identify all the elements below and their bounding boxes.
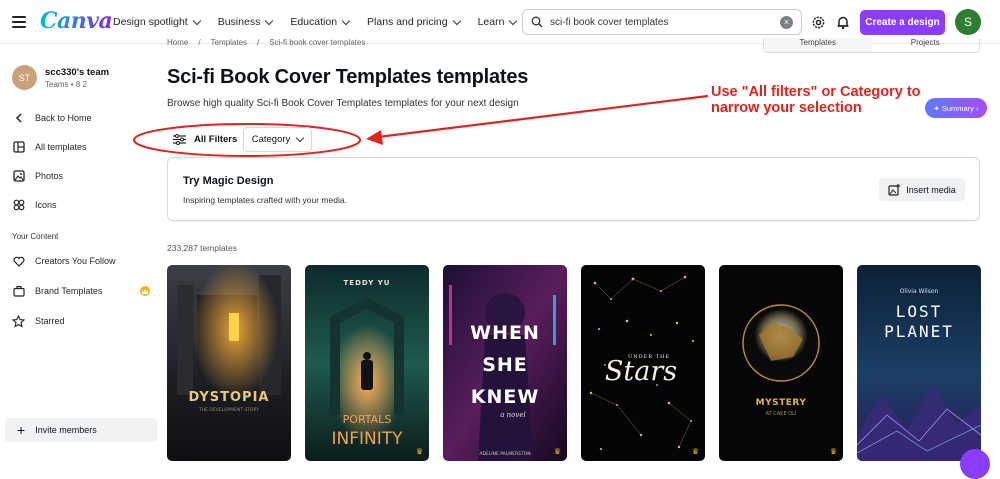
template-card-lost-planet[interactable]: Olivia Wilson LOST PLANET — [857, 265, 981, 461]
magic-design-panel: Try Magic Design Inspiring templates cra… — [167, 157, 980, 221]
premium-crown-icon: ♛ — [829, 447, 837, 456]
chevron-down-icon — [296, 133, 305, 143]
svg-text:AT CAKE OLI: AT CAKE OLI — [766, 411, 797, 417]
svg-text:THE DEVELOPMENT STORY: THE DEVELOPMENT STORY — [198, 407, 259, 413]
cover-art-lost-planet: Olivia Wilson LOST PLANET — [857, 265, 981, 461]
svg-text:KNEW: KNEW — [471, 386, 540, 408]
template-card-when-she-knew[interactable]: WHEN SHE KNEW a novel ADELINE PALMERSTON… — [443, 265, 567, 461]
cover-art-stars: UNDER THE Stars — [581, 265, 705, 461]
svg-text:LOST: LOST — [896, 302, 943, 321]
svg-text:Stars: Stars — [605, 356, 677, 387]
annotation-arrowhead — [366, 130, 383, 145]
magic-design-subtitle: Inspiring templates crafted with your me… — [183, 195, 347, 205]
template-card-under-the-stars[interactable]: UNDER THE Stars ♛ — [581, 265, 705, 461]
svg-text:INFINITY: INFINITY — [331, 429, 403, 449]
insert-image-icon — [888, 183, 901, 196]
template-count: 233,287 templates — [167, 243, 237, 253]
svg-text:PLANET: PLANET — [884, 322, 954, 341]
svg-text:TEDDY YU: TEDDY YU — [344, 279, 391, 287]
cover-art-dystopia: DYSTOPIA THE DEVELOPMENT STORY — [167, 265, 291, 461]
svg-text:DYSTOPIA: DYSTOPIA — [189, 390, 270, 405]
template-card-portals-infinity[interactable]: TEDDY YU PORTALS INFINITY ♛ — [305, 265, 429, 461]
template-card-dystopia[interactable]: DYSTOPIA THE DEVELOPMENT STORY — [167, 265, 291, 461]
insert-media-button[interactable]: Insert media — [879, 178, 965, 201]
svg-text:SHE: SHE — [482, 354, 528, 376]
premium-crown-icon: ♛ — [691, 447, 699, 456]
svg-text:WHEN: WHEN — [470, 322, 540, 344]
svg-text:a novel: a novel — [500, 411, 525, 419]
cover-art-mystery: MYSTERY AT CAKE OLI — [719, 265, 843, 461]
cover-art-portals: TEDDY YU PORTALS INFINITY — [305, 265, 429, 461]
annotation-arrow-line — [377, 94, 709, 139]
svg-text:PORTALS: PORTALS — [343, 413, 392, 426]
template-card-mystery[interactable]: MYSTERY AT CAKE OLI ♛ — [719, 265, 843, 461]
svg-text:MYSTERY: MYSTERY — [756, 398, 807, 408]
cover-art-when-she-knew: WHEN SHE KNEW a novel ADELINE PALMERSTON — [443, 265, 567, 461]
help-fab-button[interactable] — [960, 449, 990, 479]
svg-text:ADELINE PALMERSTON: ADELINE PALMERSTON — [479, 451, 530, 457]
premium-crown-icon: ♛ — [415, 447, 423, 456]
magic-design-title: Try Magic Design — [183, 175, 274, 187]
category-dropdown[interactable]: Category — [243, 127, 312, 152]
premium-crown-icon: ♛ — [553, 447, 561, 456]
svg-text:Olivia Wilson: Olivia Wilson — [900, 288, 939, 295]
filter-sliders-icon — [173, 134, 186, 145]
all-filters-button[interactable]: All Filters — [165, 127, 238, 152]
